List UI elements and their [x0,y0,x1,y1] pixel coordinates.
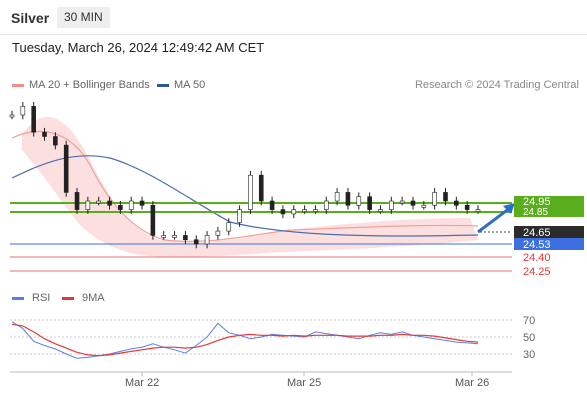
candle-body [118,205,123,210]
candle-body [421,205,427,208]
candle-body [31,106,36,133]
candle-body [334,192,340,202]
tag-24-65: 24.65 [523,227,551,239]
rsi-50-label: 50 [523,332,535,344]
candle-body [226,222,232,232]
candle-body [269,200,275,210]
rsi-legend-label: RSI [32,292,50,304]
candle-body [9,114,15,118]
candle-body [74,192,80,210]
candle-body [128,200,134,210]
candle-body [20,106,26,116]
rsi-swatch [12,297,24,300]
candle-body [399,200,405,204]
candle-body [302,209,307,212]
x-label-mar-25: Mar 25 [287,377,321,389]
candle-body [237,209,242,223]
candle-body [464,205,470,210]
candle-body [323,200,329,210]
candle-body [63,144,69,193]
candle-body [193,239,199,245]
candle-body [432,192,437,206]
ma9-swatch [62,297,74,300]
candle-body [454,200,459,206]
candle-body [291,209,297,215]
candle-body [96,200,101,204]
candle-body [204,235,210,245]
candle-body [85,200,91,210]
candle-body [389,200,394,210]
candle-body [42,131,47,137]
candle-body [345,192,351,206]
candle-body [248,174,253,210]
rsi-70-label: 70 [523,315,535,327]
rsi-line [11,321,479,359]
x-label-mar-22: Mar 22 [125,377,159,389]
tag-24-85: 24.85 [523,207,548,218]
x-label-mar-26: Mar 26 [455,377,489,389]
candle-body [410,200,416,206]
tag-24-53: 24.53 [523,239,551,251]
candle-body [367,196,372,210]
tag-24-40: 24.40 [523,252,551,264]
candle-body [161,235,167,238]
candle-body [150,205,156,236]
candle-body [443,192,448,202]
rsi-30-label: 30 [523,349,535,361]
candle-body [53,136,58,146]
candle-body [378,209,383,212]
candle-body [183,235,188,240]
ma9-legend-label: 9MA [82,292,105,304]
candle-body [356,196,362,206]
tag-24-25: 24.25 [523,266,551,278]
rsi-ma-line [11,323,479,357]
candle-body [107,200,112,206]
candle-body [172,235,177,238]
candle-body [313,209,318,212]
candle-body [139,200,145,206]
candle-body [475,209,481,212]
candle-body [215,230,221,236]
candle-body [258,174,264,202]
price-chart: 24.95 24.85 24.65 24.53 24.40 24.25 RSI … [9,102,584,389]
candle-body [280,209,286,215]
